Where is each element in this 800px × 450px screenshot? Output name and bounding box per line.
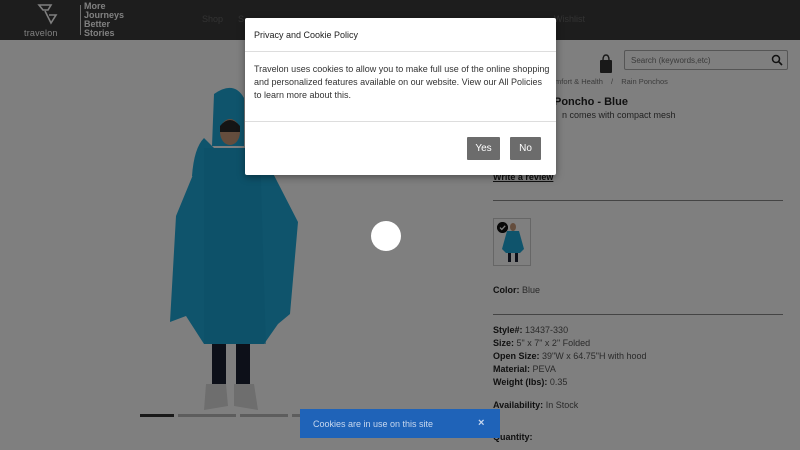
- no-button[interactable]: No: [510, 137, 541, 160]
- cookie-notice-text: Cookies are in use on this site: [313, 419, 434, 429]
- modal-body: Travelon uses cookies to allow you to ma…: [254, 64, 550, 100]
- cookie-notice-bar: Cookies are in use on this site ×: [300, 409, 500, 438]
- close-icon[interactable]: ×: [478, 417, 488, 429]
- modal-divider: [245, 51, 556, 52]
- zoom-indicator: [371, 221, 401, 251]
- modal-title: Privacy and Cookie Policy: [254, 30, 359, 40]
- yes-button[interactable]: Yes: [467, 137, 500, 160]
- modal-divider: [245, 121, 556, 122]
- cookie-policy-modal: Privacy and Cookie Policy Travelon uses …: [245, 18, 556, 175]
